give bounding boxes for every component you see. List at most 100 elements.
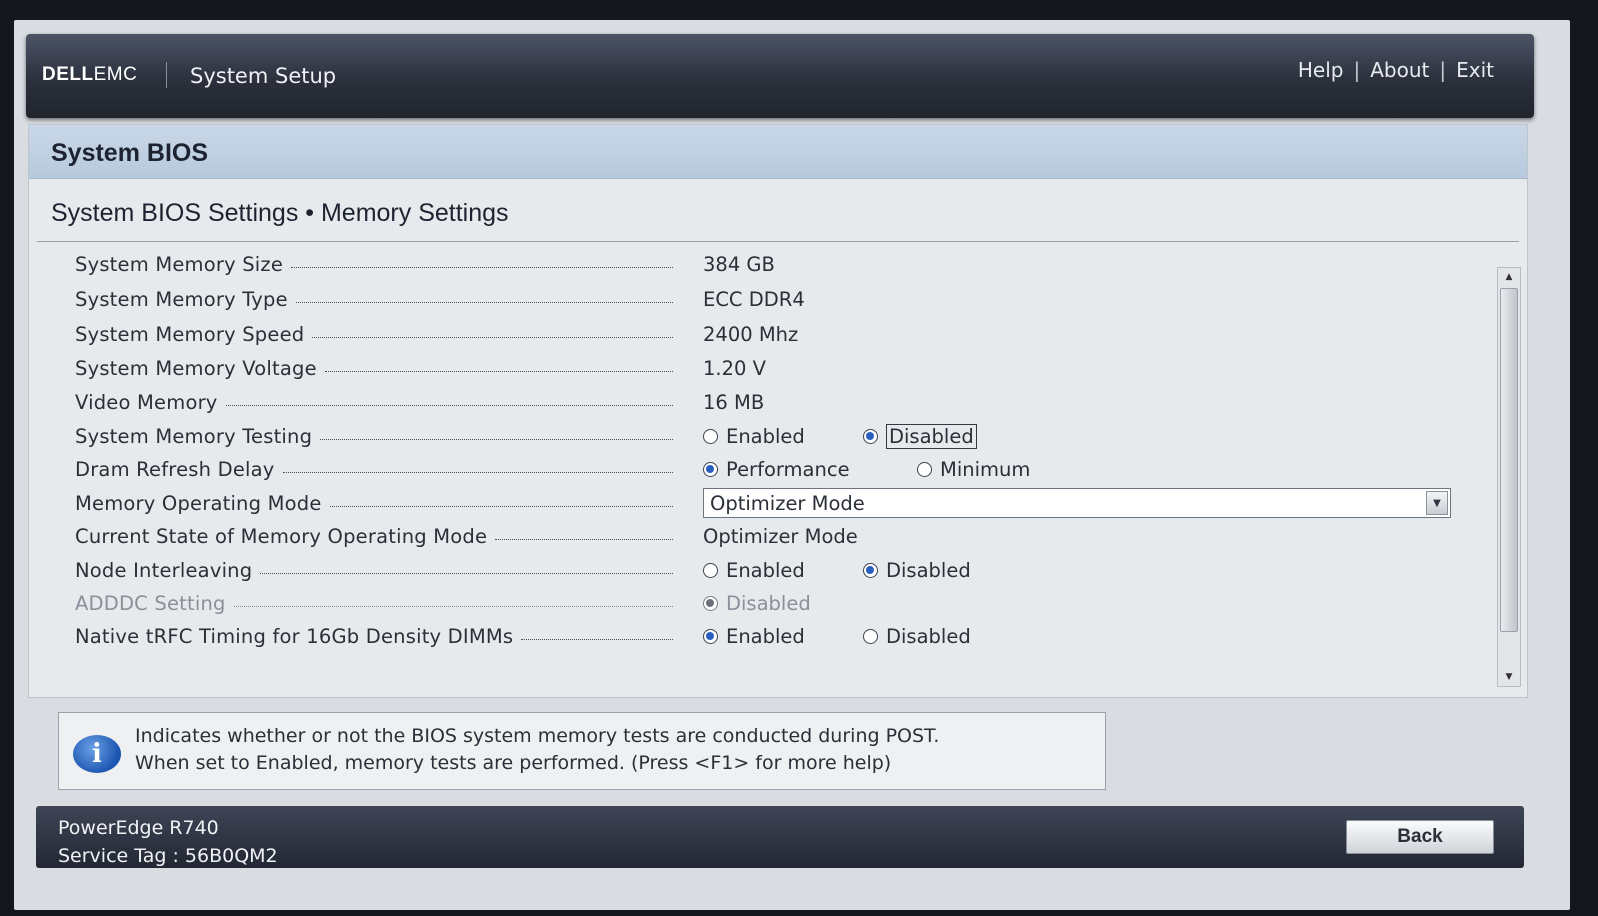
leader-dots: [312, 336, 673, 338]
setting-value: 1.20 V: [703, 356, 766, 380]
radio-button-selected-icon: [703, 595, 718, 611]
radio-button-icon[interactable]: [703, 562, 718, 578]
service-tag: Service Tag : 56B0QM2: [58, 845, 278, 867]
setting-value: ECC DDR4: [703, 287, 805, 311]
header-links: Help | About | Exit: [1298, 58, 1494, 82]
setting-label: Memory Operating Mode: [75, 491, 322, 515]
header-divider: [166, 62, 167, 88]
scroll-up-arrow-icon[interactable]: ▲: [1498, 268, 1520, 286]
leader-dots: [282, 471, 673, 473]
radio-option-enabled[interactable]: Enabled: [703, 559, 863, 582]
radio-option-disabled: Disabled: [703, 592, 811, 615]
memory-mode-dropdown[interactable]: Optimizer Mode ▼: [703, 488, 1451, 518]
setting-label: System Memory Type: [75, 287, 288, 311]
section-title: System BIOS Settings • Memory Settings: [51, 199, 509, 227]
setting-row-memory-operating-mode: Memory Operating Mode Optimizer Mode ▼: [75, 488, 1475, 518]
setting-row-current-memory-mode: Current State of Memory Operating Mode O…: [75, 521, 1475, 551]
radio-button-selected-icon[interactable]: [863, 428, 878, 444]
bottom-bar: PowerEdge R740 Service Tag : 56B0QM2 Bac…: [36, 806, 1524, 868]
page-title: System BIOS: [51, 139, 209, 167]
panel-header: System BIOS: [29, 125, 1527, 179]
setting-row-system-memory-type: System Memory Type ECC DDR4: [75, 284, 1475, 314]
leader-dots: [225, 404, 673, 406]
settings-panel: System BIOS System BIOS Settings • Memor…: [28, 124, 1528, 698]
radio-button-selected-icon[interactable]: [703, 461, 718, 477]
leader-dots: [233, 605, 673, 607]
system-info: PowerEdge R740 Service Tag : 56B0QM2: [58, 814, 278, 870]
setting-row-dram-refresh-delay: Dram Refresh Delay Performance Minimum: [75, 454, 1475, 484]
setting-value: 384 GB: [703, 252, 775, 276]
radio-option-enabled[interactable]: Enabled: [703, 425, 863, 448]
setting-label: Current State of Memory Operating Mode: [75, 524, 488, 548]
setting-row-system-memory-size: System Memory Size 384 GB: [75, 249, 1475, 279]
radio-button-selected-icon[interactable]: [703, 628, 718, 644]
radio-button-icon[interactable]: [863, 628, 878, 644]
model-name: PowerEdge R740: [58, 817, 219, 839]
radio-label: Enabled: [726, 558, 805, 582]
radio-label: Disabled: [886, 558, 971, 582]
radio-option-disabled[interactable]: Disabled: [863, 423, 977, 449]
info-icon: i: [73, 735, 121, 773]
dropdown-value: Optimizer Mode: [710, 491, 865, 515]
setting-label: ADDDC Setting: [75, 591, 226, 615]
back-button[interactable]: Back: [1346, 820, 1494, 854]
setting-value: 2400 Mhz: [703, 322, 799, 346]
setting-label: Dram Refresh Delay: [75, 457, 275, 481]
help-link[interactable]: Help: [1298, 58, 1344, 82]
setting-value: Optimizer Mode: [703, 524, 858, 548]
radio-label: Enabled: [726, 624, 805, 648]
radio-label: Enabled: [726, 424, 805, 448]
setting-label: System Memory Testing: [75, 424, 313, 448]
chevron-down-icon[interactable]: ▼: [1426, 491, 1448, 515]
leader-dots: [324, 370, 673, 372]
radio-option-minimum[interactable]: Minimum: [917, 458, 1030, 481]
radio-label: Minimum: [940, 457, 1031, 481]
scroll-down-arrow-icon[interactable]: ▼: [1498, 668, 1520, 686]
setting-value: 16 MB: [703, 390, 765, 414]
radio-label: Disabled: [886, 624, 971, 648]
scrollbar-thumb[interactable]: [1500, 288, 1518, 632]
help-text-line: Indicates whether or not the BIOS system…: [135, 725, 940, 747]
dell-emc-logo: DELLEMC: [42, 64, 138, 85]
leader-dots: [521, 638, 673, 640]
radio-label-focused: Disabled: [886, 423, 977, 449]
bios-screen: DELLEMC System Setup Help | About | Exit…: [14, 20, 1570, 910]
leader-dots: [260, 572, 673, 574]
setting-row-system-memory-speed: System Memory Speed 2400 Mhz: [75, 319, 1475, 349]
help-text: Indicates whether or not the BIOS system…: [135, 723, 939, 777]
setting-row-node-interleaving: Node Interleaving Enabled Disabled: [75, 555, 1475, 585]
radio-option-performance[interactable]: Performance: [703, 458, 917, 481]
radio-option-enabled[interactable]: Enabled: [703, 625, 863, 648]
radio-button-selected-icon[interactable]: [863, 562, 878, 578]
leader-dots: [320, 438, 673, 440]
setting-label: Video Memory: [75, 390, 218, 414]
setting-row-native-trfc-timing: Native tRFC Timing for 16Gb Density DIMM…: [75, 621, 1475, 651]
setting-row-adddc-setting: ADDDC Setting Disabled: [75, 588, 1475, 618]
radio-button-icon[interactable]: [703, 428, 718, 444]
setting-label: System Memory Voltage: [75, 356, 317, 380]
leader-dots: [291, 266, 673, 268]
radio-label: Disabled: [726, 591, 811, 615]
setting-row-system-memory-testing: System Memory Testing Enabled Disabled: [75, 421, 1475, 451]
about-link[interactable]: About: [1370, 58, 1429, 82]
setting-row-system-memory-voltage: System Memory Voltage 1.20 V: [75, 353, 1475, 383]
radio-button-icon[interactable]: [917, 461, 932, 477]
section-divider: [37, 241, 1519, 242]
app-title: System Setup: [190, 64, 337, 88]
setting-row-video-memory: Video Memory 16 MB: [75, 387, 1475, 417]
radio-option-disabled[interactable]: Disabled: [863, 625, 971, 648]
leader-dots: [495, 538, 673, 540]
leader-dots: [329, 505, 673, 507]
top-bar: DELLEMC System Setup Help | About | Exit: [26, 34, 1534, 118]
setting-label: Node Interleaving: [75, 558, 253, 582]
vertical-scrollbar[interactable]: ▲ ▼: [1497, 267, 1521, 687]
exit-link[interactable]: Exit: [1456, 58, 1494, 82]
help-text-line: When set to Enabled, memory tests are pe…: [135, 752, 892, 774]
help-info-box: i Indicates whether or not the BIOS syst…: [58, 712, 1106, 790]
link-separator: |: [1353, 58, 1361, 82]
radio-option-disabled[interactable]: Disabled: [863, 559, 971, 582]
radio-label: Performance: [726, 457, 850, 481]
link-separator: |: [1439, 58, 1447, 82]
setting-label: Native tRFC Timing for 16Gb Density DIMM…: [75, 624, 514, 648]
setting-label: System Memory Speed: [75, 322, 305, 346]
